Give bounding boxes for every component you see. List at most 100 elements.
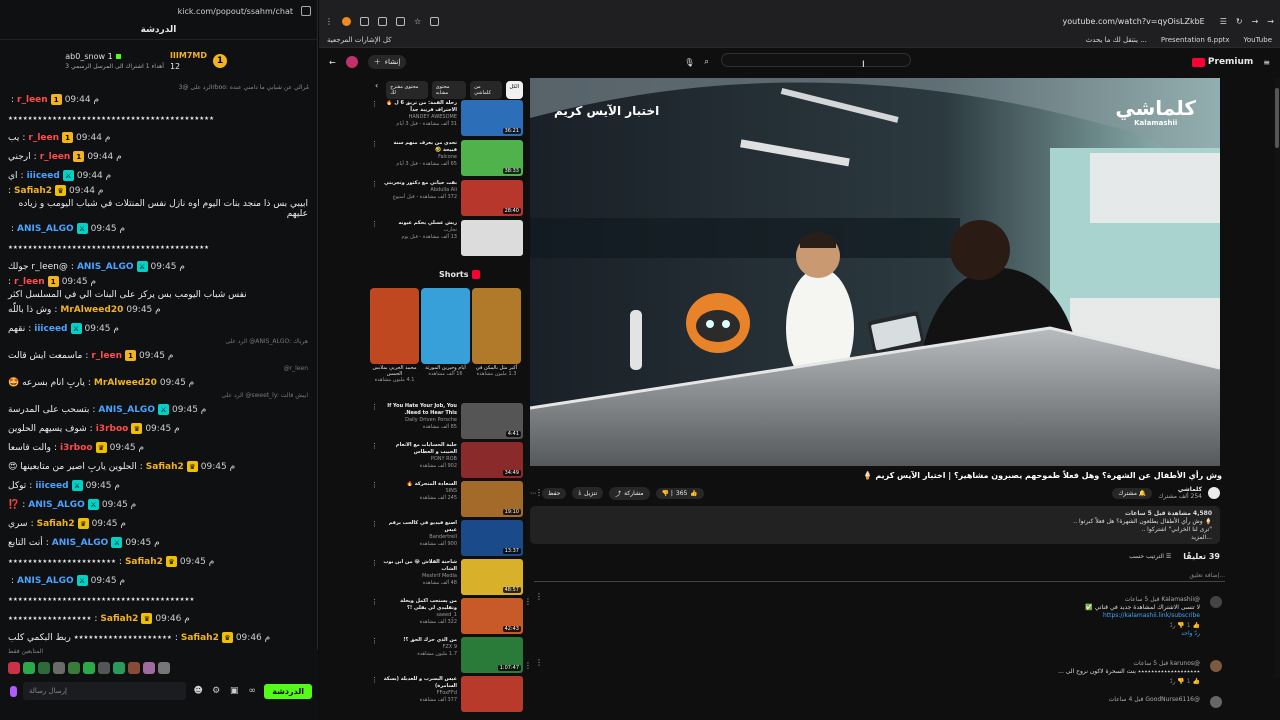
- emote-icon[interactable]: [128, 662, 140, 674]
- rec-channel[interactable]: saeed_1: [381, 612, 457, 619]
- comment-author[interactable]: @Kalamashii قبل 5 ساعات: [530, 596, 1200, 604]
- rec-thumbnail[interactable]: 13:37: [461, 520, 523, 556]
- rec-channel[interactable]: Abdulla Ali: [381, 187, 457, 194]
- message-username[interactable]: ANIS_ALGO: [77, 262, 134, 272]
- rec-channel[interactable]: Falcone: [381, 154, 457, 161]
- chat-message[interactable]: 09:45 م MrAlweed20: وش ذا باللّه: [0, 300, 318, 319]
- chat-message[interactable]: 09:44 م 1 r_leen: ارجني: [0, 147, 318, 166]
- emote-icon[interactable]: [113, 662, 125, 674]
- rec-thumbnail[interactable]: 34:49: [461, 442, 523, 478]
- scrollbar-thumb[interactable]: [1275, 88, 1279, 148]
- rec-thumbnail[interactable]: 42:43: [461, 598, 523, 634]
- rec-thumbnail[interactable]: [461, 220, 523, 256]
- chat-send-button[interactable]: الدردشة: [264, 683, 312, 699]
- recommended-video[interactable]: ⋮ عيس البسرب و للعديلة (بسكة السامرة) FFox…: [371, 676, 523, 714]
- window-icon[interactable]: [301, 6, 311, 16]
- channel-avatar[interactable]: [1208, 487, 1220, 499]
- subscribe-button[interactable]: 🔔 مشترك: [1112, 487, 1153, 499]
- chat-message[interactable]: 09:45 م ⚔ ANIS_ALGO: @r_leen جولك: [0, 257, 318, 276]
- emoji-icon[interactable]: ☻: [192, 685, 204, 697]
- more-options-icon[interactable]: ⋮: [371, 637, 378, 675]
- message-username[interactable]: i3rboo: [60, 443, 93, 453]
- chat-message[interactable]: 09:45 م 1 r_leen: نفس شباب اليومب بس يركز ع…: [0, 276, 318, 300]
- message-username[interactable]: MrAlweed20: [60, 305, 123, 315]
- recommended-video[interactable]: ⋮ شاحنة القلاش 😂 من ابن بوب الشاب Meshrif …: [371, 559, 523, 597]
- sidebar-icon[interactable]: [360, 16, 369, 26]
- more-options-icon[interactable]: ⋮: [371, 442, 378, 480]
- more-options-icon[interactable]: ⋮: [371, 598, 378, 636]
- rec-thumbnail[interactable]: 4:41: [461, 403, 523, 439]
- chat-message[interactable]: ٭٭٭٭٭٭٭٭٭٭٭٭٭٭٭٭٭٭٭٭٭٭٭٭٭٭٭٭٭٭٭٭٭٭٭٭٭٭٭٭…: [0, 109, 318, 128]
- add-comment-input[interactable]: إضافة تعليق...: [534, 572, 1225, 582]
- chat-message[interactable]: 09:45 م MrAlweed20: ياربِ انام بسرعه 🤩: [0, 373, 318, 392]
- back-arrow-icon[interactable]: ←: [329, 58, 336, 67]
- view-replies-button[interactable]: ردّ واحد: [530, 630, 1200, 638]
- forward-icon[interactable]: →: [1252, 17, 1259, 26]
- more-options-icon[interactable]: ⋮: [371, 180, 378, 218]
- chips-arrow-icon[interactable]: ‹: [371, 81, 382, 99]
- rec-title[interactable]: السعادة المتحركة 🔥: [381, 481, 457, 488]
- message-username[interactable]: r_leen: [28, 133, 59, 143]
- recommended-video[interactable]: ⋮ ريش عسلي يحكم عيونه تجارب 13 ألف مشاهدة -…: [371, 220, 523, 258]
- share-icon[interactable]: [378, 16, 387, 26]
- chat-message[interactable]: 09:45 م ⚔ ANIS_ALGO:: [0, 219, 318, 238]
- like-dislike-button[interactable]: 👎 | 365 👍: [655, 487, 704, 499]
- page-scrollbar[interactable]: [1274, 78, 1280, 678]
- comment-like-row[interactable]: 👍 1 👎 ردّ: [530, 622, 1200, 630]
- rec-thumbnail[interactable]: 38:33: [461, 140, 523, 176]
- chat-message[interactable]: 09:44 م 1 r_leen:: [0, 90, 318, 109]
- tune-icon[interactable]: ☰: [1220, 17, 1227, 26]
- message-username[interactable]: ANIS_ALGO: [52, 538, 109, 548]
- chat-message[interactable]: 09:45 م 1 r_leen: ماسمعت ايش قالت: [0, 346, 318, 365]
- message-username[interactable]: ANIS_ALGO: [98, 405, 155, 415]
- extension-icon[interactable]: [342, 16, 351, 26]
- rec-title[interactable]: جلبة الحسابات مع الأنعام الحبيب و العطاس: [381, 442, 457, 456]
- recommended-video[interactable]: ⋮ بقت حياتي مع دكتور وتجربتي Abdulla Ali 37…: [371, 180, 523, 218]
- recommended-video[interactable]: ⋮ اصنع فيديو في كالحب برقم عيس Bandertrell…: [371, 520, 523, 558]
- message-username[interactable]: r_leen: [40, 152, 71, 162]
- emote-icon[interactable]: [53, 662, 65, 674]
- chip-from-channel[interactable]: من كلماشي: [470, 81, 502, 99]
- rec-title[interactable]: شاحنة القلاش 😂 من ابن بوب الشاب: [381, 559, 457, 573]
- comment-like-row[interactable]: 👍 1 👎 ردّ: [530, 678, 1200, 686]
- rec-thumbnail[interactable]: 36:21: [461, 100, 523, 136]
- rec-channel[interactable]: FFoxFFd: [381, 690, 457, 697]
- emote-icon[interactable]: [143, 662, 155, 674]
- message-username[interactable]: Safiah2: [146, 462, 184, 472]
- message-username[interactable]: iiiceed: [27, 171, 60, 181]
- bookmark-presentation[interactable]: Presentation 6.pptx: [1161, 36, 1230, 44]
- recommended-video[interactable]: ⋮ السعادة المتحركة 🔥 SINS 245 ألف مشاهدة 19:…: [371, 481, 523, 519]
- chat-message[interactable]: 09:46 م ♛ Safiah2: ٭٭٭٭٭٭٭٭٭٭٭٭٭٭٭٭٭٭٭٭ ربط…: [0, 628, 318, 647]
- message-username[interactable]: ANIS_ALGO: [17, 576, 74, 586]
- more-actions-icon[interactable]: ⋯: [530, 490, 536, 497]
- reply-context[interactable]: الرد على @ANIS_ALGO: هرباك: [0, 338, 318, 346]
- more-options-icon[interactable]: ⋮: [371, 140, 378, 178]
- comment-author[interactable]: @karunos قبل 5 ساعات: [530, 660, 1200, 668]
- bookmark-youtube[interactable]: YouTube: [1244, 36, 1272, 44]
- chat-message[interactable]: 09:45 م ♛ Safiah2: ٭٭٭٭٭٭٭٭٭٭٭٭٭٭٭٭٭٭٭٭٭٭: [0, 552, 318, 571]
- sort-comments-button[interactable]: ☰ الترتيب حسب: [1129, 553, 1171, 560]
- emote-icon[interactable]: [83, 662, 95, 674]
- chip-similar[interactable]: محتوى مشابه: [431, 81, 467, 99]
- rec-title[interactable]: عيس البسرب و للعديلة (بسكة السامرة): [381, 676, 457, 690]
- rec-channel[interactable]: PONY ROB: [381, 456, 457, 463]
- more-options-icon[interactable]: ⋮: [371, 403, 378, 441]
- rec-title[interactable]: من الذي حرك الحق ؟!: [381, 637, 457, 644]
- search-icon[interactable]: ⌕: [704, 57, 708, 67]
- rec-thumbnail[interactable]: 1:07:47: [461, 637, 523, 673]
- short-thumbnail[interactable]: [421, 288, 470, 364]
- recommended-video[interactable]: ⋮ تحدي من يعرف منهم سنة قبيحة 🤣 Falcone 65 …: [371, 140, 523, 178]
- chat-message[interactable]: 09:45 م ⚔ ANIS_ALGO: أنت التابع: [0, 533, 318, 552]
- chat-message[interactable]: ٭٭٭٭٭٭٭٭٭٭٭٭٭٭٭٭٭٭٭٭٭٭٭٭٭٭٭٭٭٭٭٭٭٭٭٭٭٭٭٭…: [0, 238, 318, 257]
- short-thumbnail[interactable]: [472, 288, 521, 364]
- rec-title[interactable]: من يستحب اكمل ويخلة وتقليدي لي يقلي !؟: [381, 598, 457, 612]
- comment-avatar[interactable]: [1210, 696, 1222, 708]
- create-button[interactable]: ＋ إنشاء: [367, 55, 407, 69]
- rec-thumbnail[interactable]: 28:40: [461, 180, 523, 216]
- rec-title[interactable]: If You Hate Your Job, You Need to Hear T…: [381, 403, 457, 417]
- more-options-icon[interactable]: ⋮: [371, 220, 378, 258]
- screenshot-icon[interactable]: [396, 16, 405, 26]
- rec-channel[interactable]: Daily Driven Porsche: [381, 417, 457, 424]
- back-icon[interactable]: →: [1267, 17, 1274, 26]
- share-button[interactable]: ⤴ مشاركة: [609, 486, 650, 500]
